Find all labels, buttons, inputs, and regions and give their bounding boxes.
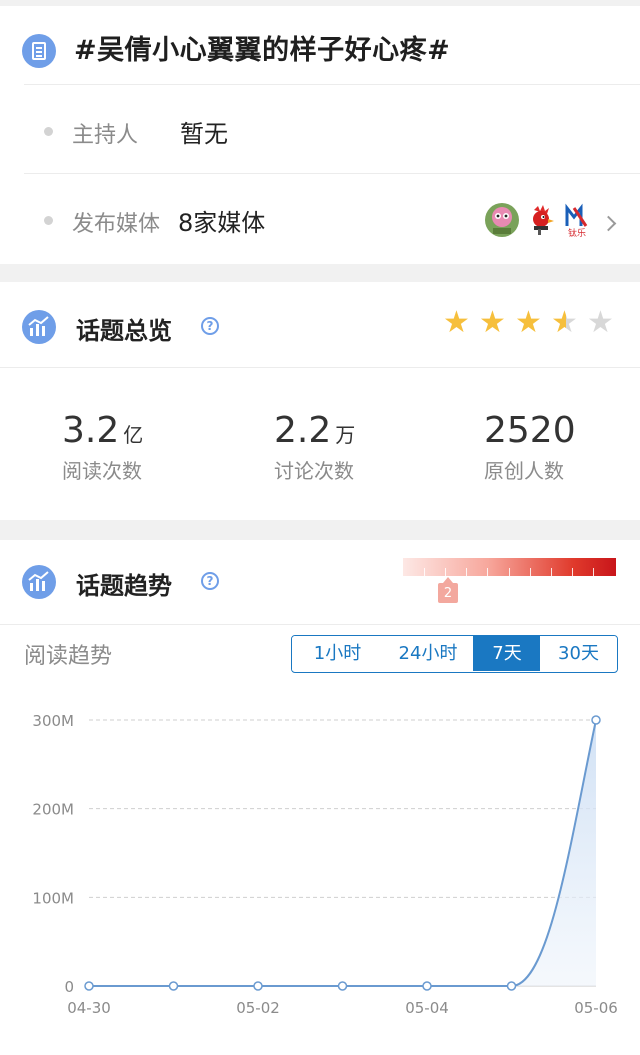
media-logo-icon: 钛乐 [565, 203, 588, 238]
y-tick-label: 0 [64, 978, 74, 996]
star-empty-icon: ★ [587, 305, 614, 340]
range-tab-30d[interactable]: 30天 [540, 636, 617, 671]
data-point [84, 981, 94, 991]
y-tick-label: 300M [32, 712, 74, 730]
stat-value: 2520 [484, 410, 576, 451]
data-point [253, 981, 263, 991]
trend-chart-icon [22, 310, 56, 344]
range-tab-7d[interactable]: 7天 [474, 636, 540, 671]
data-point [506, 981, 517, 991]
star-half-icon: ★ [551, 308, 581, 338]
stat-unit: 万 [335, 423, 356, 447]
data-point [422, 981, 432, 991]
media-badge-text: 钛乐 [568, 227, 586, 238]
divider [0, 624, 640, 625]
heat-scale-ticks [403, 568, 616, 576]
stat-originals: 2520 原创人数 [484, 410, 640, 484]
media-avatar-icon [485, 203, 519, 237]
data-point [591, 715, 601, 725]
y-tick-label: 100M [32, 889, 74, 907]
x-tick-label: 05-06 [574, 999, 618, 1017]
series-area [89, 720, 596, 986]
overview-title: 话题总览 [76, 317, 172, 345]
stat-unit: 亿 [123, 423, 144, 447]
trend-card: 话题趋势 ? 2 阅读趋势 1小时 24小时 7天 30天 0 100M 200M 3… [0, 540, 640, 1055]
stat-value: 2.2 [274, 410, 332, 451]
trend-chart-icon [22, 565, 56, 599]
stat-reads: 3.2 亿 阅读次数 [62, 410, 262, 484]
media-label: 发布媒体 [72, 212, 161, 237]
media-value: 8家媒体 [178, 209, 266, 237]
overview-card: 话题总览 ? ★ ★ ★ ★ ★ 3.2 亿 阅读次数 2.2 万 讨论次数 252… [0, 282, 640, 520]
star-icon: ★ [515, 305, 542, 340]
y-tick-label: 200M [32, 801, 74, 819]
stat-label: 讨论次数 [274, 459, 354, 483]
stat-discussions: 2.2 万 讨论次数 [274, 410, 474, 484]
help-icon[interactable]: ? [201, 572, 219, 590]
topic-title: #吴倩小心翼翼的样子好心疼# [74, 35, 451, 66]
series-line [89, 719, 597, 987]
data-point [337, 981, 348, 991]
stat-label: 原创人数 [484, 459, 564, 483]
x-tick-label: 05-02 [236, 999, 280, 1017]
divider [24, 84, 640, 85]
read-trend-label: 阅读趋势 [24, 644, 113, 669]
stat-label: 阅读次数 [62, 459, 142, 483]
star-icon: ★ [443, 305, 470, 340]
document-icon [22, 34, 56, 68]
range-tab-1h[interactable]: 1小时 [292, 636, 383, 671]
range-tab-24h[interactable]: 24小时 [383, 636, 473, 671]
range-selector: 1小时 24小时 7天 30天 [291, 635, 618, 673]
host-label: 主持人 [72, 123, 139, 148]
bullet-dot [44, 127, 53, 136]
topic-card: #吴倩小心翼翼的样子好心疼# 主持人 暂无 发布媒体 8家媒体 钛乐 [0, 6, 640, 264]
stat-value: 3.2 [62, 410, 120, 451]
x-tick-label: 04-30 [67, 999, 111, 1017]
read-trend-chart: 0 100M 200M 300M 04-30 05-02 05-04 05-06 [32, 712, 618, 1017]
rooster-icon [533, 205, 554, 235]
host-value: 暂无 [180, 120, 228, 148]
bullet-dot [44, 216, 53, 225]
x-tick-label: 05-04 [405, 999, 449, 1017]
help-icon[interactable]: ? [201, 317, 219, 335]
star-icon: ★ [479, 305, 506, 340]
data-point [168, 981, 179, 991]
heat-level-marker: 2 [438, 577, 458, 603]
divider [0, 367, 640, 368]
trend-title: 话题趋势 [76, 572, 172, 600]
